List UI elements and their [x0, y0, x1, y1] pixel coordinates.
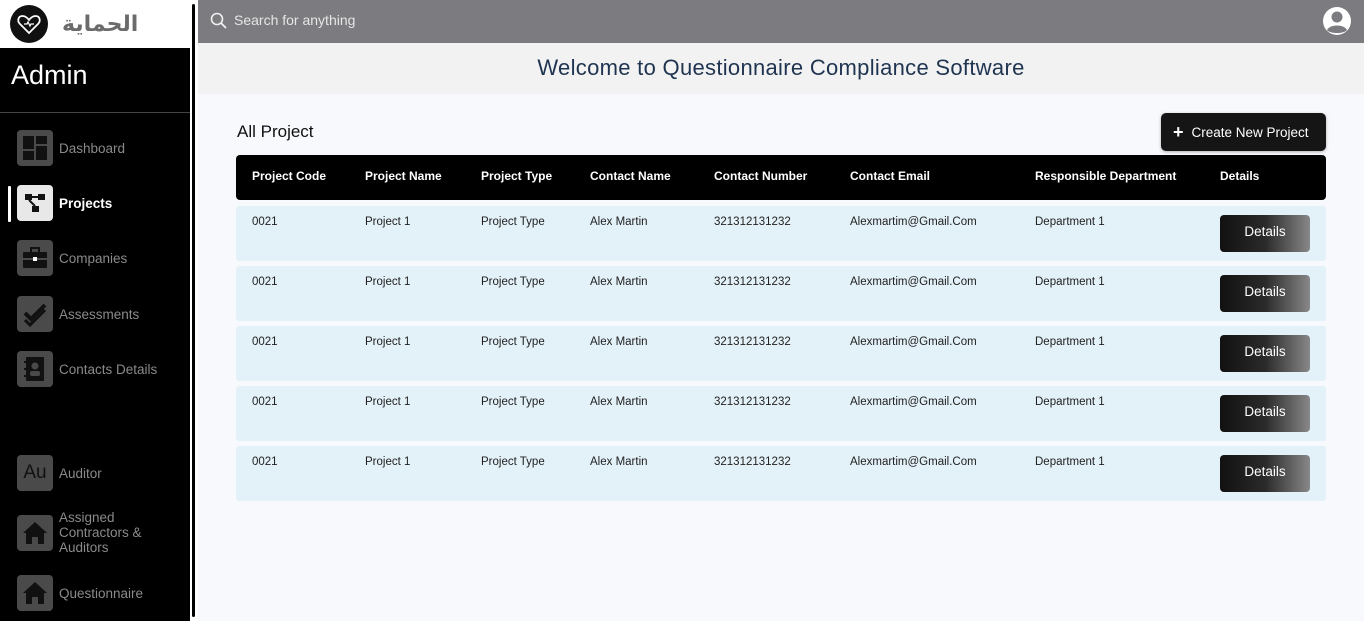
- create-project-button[interactable]: + Create New Project: [1161, 113, 1326, 151]
- cell-contact-number: 321312131232: [714, 216, 791, 228]
- sidebar-item-dashboard[interactable]: Dashboard: [0, 130, 190, 166]
- cell-contact-email: Alexmartim@Gmail.Com: [850, 216, 977, 228]
- cell-contact-email: Alexmartim@Gmail.Com: [850, 336, 977, 348]
- sidebar-item-label: Projects: [59, 195, 113, 211]
- sidebar-scrollbar[interactable]: [190, 0, 198, 621]
- sidebar-item-label: Assessments: [59, 306, 140, 322]
- details-button[interactable]: Details: [1220, 335, 1310, 372]
- welcome-banner: Welcome to Questionnaire Compliance Soft…: [198, 43, 1364, 94]
- table-row: 0021 Project 1 Project Type Alex Martin …: [236, 206, 1326, 261]
- user-avatar-icon[interactable]: [1322, 6, 1352, 40]
- plus-icon: +: [1173, 122, 1184, 142]
- sidebar-item-projects[interactable]: Projects: [0, 185, 190, 221]
- au-icon-text: Au: [23, 462, 47, 483]
- column-header: Responsible Department: [1035, 169, 1177, 183]
- search-icon[interactable]: [210, 12, 228, 34]
- sidebar-item-label: Dashboard: [59, 140, 126, 156]
- table-header: Project Code Project Name Project Type C…: [236, 155, 1326, 200]
- column-header: Contact Name: [590, 169, 671, 183]
- dashboard-icon: [17, 130, 53, 166]
- sidebar-item-questionnaire[interactable]: Questionnaire: [0, 575, 190, 611]
- logo-heart-icon: [10, 5, 48, 43]
- cell-contact-email: Alexmartim@Gmail.Com: [850, 276, 977, 288]
- cell-contact-name: Alex Martin: [590, 396, 648, 408]
- cell-contact-email: Alexmartim@Gmail.Com: [850, 396, 977, 408]
- sidebar-item-label: Auditor: [59, 465, 102, 481]
- table-row: 0021 Project 1 Project Type Alex Martin …: [236, 266, 1326, 321]
- create-project-label: Create New Project: [1191, 124, 1309, 140]
- search-input[interactable]: Search for anything: [234, 12, 355, 28]
- cell-contact-name: Alex Martin: [590, 276, 648, 288]
- details-button[interactable]: Details: [1220, 455, 1310, 492]
- logo[interactable]: الحماية: [0, 0, 190, 48]
- cell-department: Department 1: [1035, 456, 1105, 468]
- sidebar-item-auditor[interactable]: Au Auditor: [0, 455, 190, 491]
- cell-project-code: 0021: [252, 216, 278, 228]
- cell-contact-name: Alex Martin: [590, 456, 648, 468]
- cell-project-code: 0021: [252, 336, 278, 348]
- cell-department: Department 1: [1035, 216, 1105, 228]
- sidebar-item-assigned-contractors[interactable]: Assigned Contractors & Auditors: [0, 510, 190, 555]
- cell-project-code: 0021: [252, 276, 278, 288]
- sidebar-item-label: Questionnaire: [59, 585, 144, 601]
- page-title: All Project: [237, 122, 314, 141]
- topbar: Search for anything: [198, 0, 1364, 43]
- cell-project-type: Project Type: [481, 336, 545, 348]
- column-header: Project Type: [481, 169, 553, 183]
- projects-table: Project Code Project Name Project Type C…: [236, 155, 1326, 501]
- cell-project-name: Project 1: [365, 276, 411, 288]
- briefcase-icon: [17, 240, 53, 276]
- cell-contact-number: 321312131232: [714, 276, 791, 288]
- column-header: Contact Email: [850, 169, 931, 183]
- cell-project-type: Project Type: [481, 456, 545, 468]
- home-icon: [17, 575, 53, 611]
- cell-department: Department 1: [1035, 396, 1105, 408]
- details-button[interactable]: Details: [1220, 395, 1310, 432]
- sidebar-item-assessments[interactable]: Assessments: [0, 296, 190, 332]
- details-button[interactable]: Details: [1220, 215, 1310, 252]
- table-row: 0021 Project 1 Project Type Alex Martin …: [236, 446, 1326, 501]
- table-row: 0021 Project 1 Project Type Alex Martin …: [236, 386, 1326, 441]
- cell-contact-name: Alex Martin: [590, 336, 648, 348]
- projects-icon: [17, 185, 53, 221]
- cell-department: Department 1: [1035, 336, 1105, 348]
- cell-project-name: Project 1: [365, 396, 411, 408]
- column-header: Project Code: [252, 169, 327, 183]
- contacts-icon: [17, 351, 53, 387]
- divider: [0, 112, 190, 113]
- column-header: Contact Number: [714, 169, 808, 183]
- sidebar-item-label: Assigned Contractors & Auditors: [59, 510, 142, 555]
- scrollbar-thumb[interactable]: [192, 4, 195, 617]
- sidebar: الحماية Admin Dashboard Projects Compani…: [0, 0, 190, 621]
- cell-contact-email: Alexmartim@Gmail.Com: [850, 456, 977, 468]
- sidebar-item-label: Companies: [59, 250, 128, 266]
- cell-project-code: 0021: [252, 396, 278, 408]
- home-icon: [17, 514, 53, 551]
- cell-project-name: Project 1: [365, 456, 411, 468]
- cell-contact-number: 321312131232: [714, 396, 791, 408]
- au-icon: Au: [17, 455, 53, 491]
- cell-contact-number: 321312131232: [714, 336, 791, 348]
- sidebar-item-label: Contacts Details: [59, 361, 158, 377]
- sidebar-item-companies[interactable]: Companies: [0, 240, 190, 276]
- cell-contact-number: 321312131232: [714, 456, 791, 468]
- logo-text: الحماية: [62, 11, 139, 37]
- check-icon: [17, 296, 53, 332]
- cell-project-name: Project 1: [365, 336, 411, 348]
- role-title: Admin: [11, 60, 88, 90]
- column-header: Details: [1220, 169, 1260, 183]
- sidebar-item-contacts-details[interactable]: Contacts Details: [0, 351, 190, 387]
- cell-project-code: 0021: [252, 456, 278, 468]
- table-row: 0021 Project 1 Project Type Alex Martin …: [236, 326, 1326, 381]
- cell-project-type: Project Type: [481, 216, 545, 228]
- column-header: Project Name: [365, 169, 442, 183]
- cell-project-type: Project Type: [481, 396, 545, 408]
- cell-department: Department 1: [1035, 276, 1105, 288]
- details-button[interactable]: Details: [1220, 275, 1310, 312]
- main-content: All Project + Create New Project Project…: [198, 94, 1364, 621]
- cell-project-type: Project Type: [481, 276, 545, 288]
- cell-contact-name: Alex Martin: [590, 216, 648, 228]
- cell-project-name: Project 1: [365, 216, 411, 228]
